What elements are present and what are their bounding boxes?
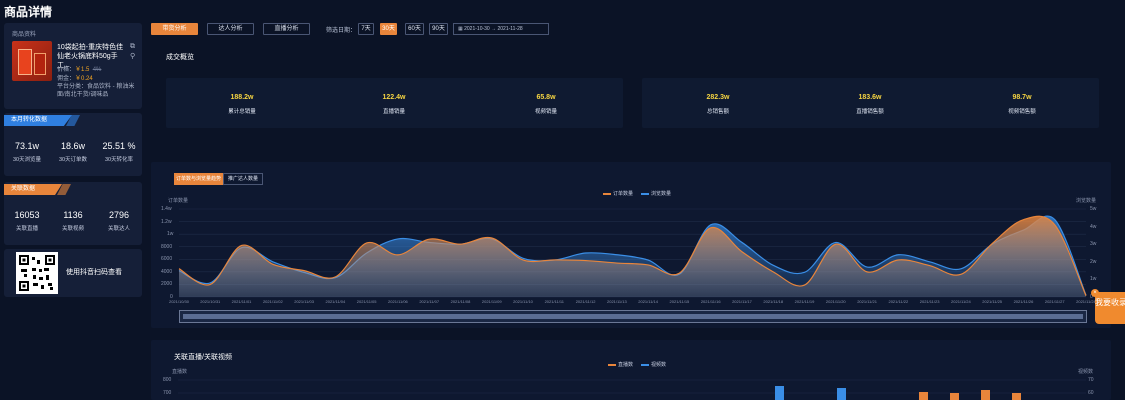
bar-video <box>837 388 846 400</box>
collect-button[interactable]: 我要收录 <box>1095 292 1125 324</box>
live-video-bars <box>178 379 1086 400</box>
close-icon[interactable]: × <box>1091 289 1099 297</box>
bar-live <box>919 392 928 400</box>
bar-live <box>981 390 990 400</box>
bar-live <box>1012 393 1021 400</box>
bar-live <box>950 393 959 400</box>
bar-video <box>775 386 784 400</box>
